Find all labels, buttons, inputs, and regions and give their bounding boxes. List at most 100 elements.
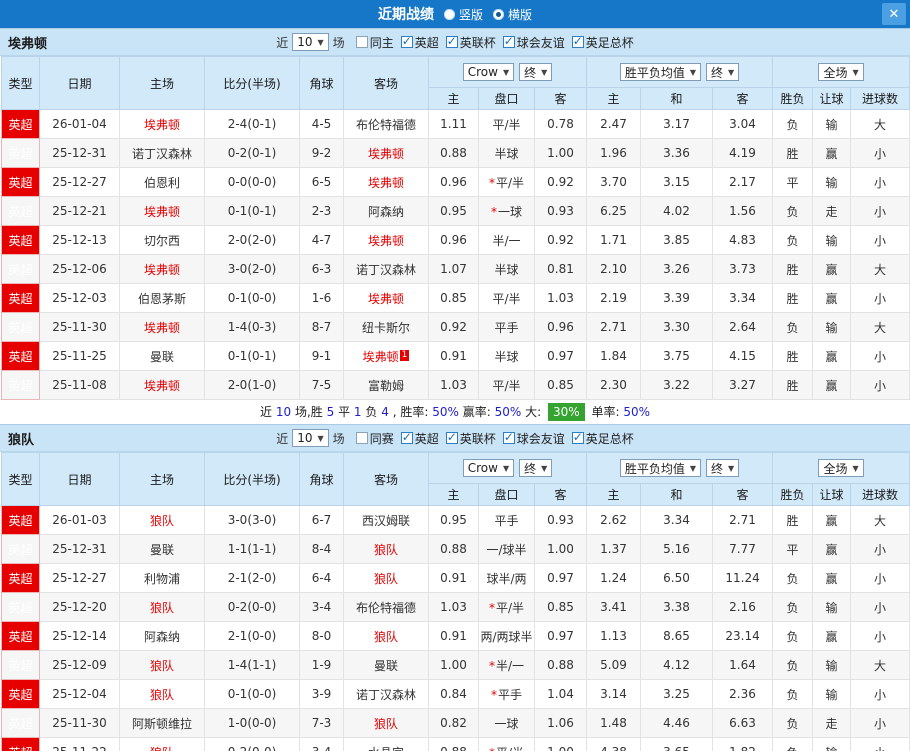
handicap-line: 两/两球半 — [478, 621, 535, 651]
summary-segment: 赢率: — [462, 405, 491, 419]
handicap-odds-home: 0.95 — [428, 505, 479, 535]
away-team[interactable]: 水晶宫 — [368, 746, 404, 751]
home-team[interactable]: 埃弗顿 — [144, 205, 180, 219]
radio-icon — [443, 8, 455, 20]
odds-lose: 2.71 — [712, 505, 774, 535]
filter-checkbox[interactable]: 同主 — [355, 34, 394, 51]
away-team[interactable]: 诺丁汉森林 — [356, 263, 416, 277]
home-team[interactable]: 诺丁汉森林 — [132, 147, 192, 161]
corners: 8-4 — [299, 534, 344, 564]
bookmaker-select[interactable]: Crow — [462, 459, 515, 477]
close-icon[interactable]: ✕ — [882, 3, 906, 25]
home-team[interactable]: 阿斯顿维拉 — [132, 717, 192, 731]
home-team[interactable]: 切尔西 — [144, 234, 180, 248]
odds-lose: 3.73 — [712, 254, 774, 284]
away-team[interactable]: 富勒姆 — [368, 379, 404, 393]
home-team[interactable]: 狼队 — [150, 601, 174, 615]
home-team[interactable]: 埃弗顿 — [144, 118, 180, 132]
away-team-cell: 阿森纳 — [343, 196, 429, 226]
away-team[interactable]: 阿森纳 — [368, 205, 404, 219]
filter-checkbox[interactable]: 英足总杯 — [571, 430, 634, 447]
odds-lose: 2.36 — [712, 679, 774, 709]
home-team[interactable]: 阿森纳 — [144, 630, 180, 644]
odds-draw: 3.25 — [640, 679, 714, 709]
final-odds-select[interactable]: 终 — [519, 63, 553, 81]
col-lose: 客 — [712, 483, 774, 506]
result-cell: 胜 — [772, 138, 814, 168]
goals-result-cell: 小 — [850, 138, 910, 168]
final-odds-select[interactable]: 终 — [706, 63, 740, 81]
home-team[interactable]: 狼队 — [150, 514, 174, 528]
home-team[interactable]: 利物浦 — [144, 572, 180, 586]
col-goals: 进球数 — [850, 87, 910, 110]
away-team[interactable]: 埃弗顿 — [368, 176, 404, 190]
home-team-cell: 狼队 — [119, 505, 205, 535]
odds-win: 1.13 — [586, 621, 642, 651]
final-odds-select[interactable]: 终 — [706, 459, 740, 477]
corners: 6-7 — [299, 505, 344, 535]
away-team[interactable]: 狼队 — [374, 572, 398, 586]
home-team[interactable]: 伯恩茅斯 — [138, 292, 186, 306]
odds-draw: 3.26 — [640, 254, 714, 284]
odds-draw: 3.75 — [640, 341, 714, 371]
handicap-line: 平手 — [478, 505, 535, 535]
handicap-result-cell: 输 — [812, 679, 852, 709]
bookmaker-select[interactable]: Crow — [462, 63, 515, 81]
home-team[interactable]: 狼队 — [150, 659, 174, 673]
league-badge: 英超 — [1, 708, 40, 738]
col-lose: 客 — [712, 87, 774, 110]
away-team[interactable]: 埃弗顿 — [368, 234, 404, 248]
away-team[interactable]: 埃弗顿 — [363, 350, 399, 364]
handicap-odds-away: 0.92 — [533, 167, 588, 197]
handicap-odds-away: 0.78 — [533, 109, 588, 139]
home-team[interactable]: 狼队 — [150, 688, 174, 702]
filter-checkbox[interactable]: 英超 — [400, 34, 439, 51]
filter-checkbox[interactable]: 英超 — [400, 430, 439, 447]
home-team[interactable]: 埃弗顿 — [144, 263, 180, 277]
col-handicap-result: 让球 — [812, 483, 852, 506]
away-team[interactable]: 曼联 — [374, 659, 398, 673]
final-odds-select[interactable]: 终 — [519, 459, 553, 477]
home-team[interactable]: 埃弗顿 — [144, 379, 180, 393]
away-team[interactable]: 布伦特福德 — [356, 601, 416, 615]
away-team[interactable]: 狼队 — [374, 630, 398, 644]
filter-checkbox[interactable]: 球会友谊 — [502, 34, 565, 51]
league-badge: 英超 — [1, 341, 40, 371]
avg-odds-select[interactable]: 胜平负均值 — [619, 459, 702, 477]
filter-checkbox[interactable]: 同赛 — [355, 430, 394, 447]
away-team[interactable]: 埃弗顿 — [368, 292, 404, 306]
away-team[interactable]: 埃弗顿 — [368, 147, 404, 161]
checkbox-label: 英联杯 — [459, 35, 496, 50]
away-team[interactable]: 纽卡斯尔 — [362, 321, 410, 335]
section-header: 狼队 近 10 场 同赛 英超 英联杯 球会友谊 英足总杯 — [0, 424, 910, 452]
home-team[interactable]: 狼队 — [150, 746, 174, 751]
home-team-cell: 切尔西 — [119, 225, 205, 255]
corners: 6-3 — [299, 254, 344, 284]
handicap-odds-home: 0.92 — [428, 312, 479, 342]
result-cell: 负 — [772, 312, 814, 342]
filter-checkbox[interactable]: 球会友谊 — [502, 430, 565, 447]
away-team[interactable]: 狼队 — [374, 717, 398, 731]
filter-checkbox[interactable]: 英联杯 — [445, 430, 496, 447]
scope-select[interactable]: 全场 — [818, 63, 864, 81]
result-cell: 胜 — [772, 370, 814, 400]
handicap-result-cell: 赢 — [812, 563, 852, 593]
score: 0-1(0-1) — [204, 196, 300, 226]
match-count-select[interactable]: 10 — [292, 429, 329, 447]
layout-radio[interactable]: 竖版 — [443, 6, 483, 23]
filter-checkbox[interactable]: 英足总杯 — [571, 34, 634, 51]
avg-odds-select[interactable]: 胜平负均值 — [619, 63, 702, 81]
scope-select[interactable]: 全场 — [818, 459, 864, 477]
away-team[interactable]: 西汉姆联 — [362, 514, 410, 528]
home-team[interactable]: 埃弗顿 — [144, 321, 180, 335]
filter-checkbox[interactable]: 英联杯 — [445, 34, 496, 51]
match-count-select[interactable]: 10 — [292, 33, 329, 51]
away-team[interactable]: 诺丁汉森林 — [356, 688, 416, 702]
home-team[interactable]: 曼联 — [150, 543, 174, 557]
away-team[interactable]: 狼队 — [374, 543, 398, 557]
handicap-line: 一球 — [478, 708, 535, 738]
home-team[interactable]: 伯恩利 — [144, 176, 180, 190]
away-team[interactable]: 布伦特福德 — [356, 118, 416, 132]
home-team[interactable]: 曼联 — [150, 350, 174, 364]
layout-radio[interactable]: 横版 — [493, 6, 532, 23]
